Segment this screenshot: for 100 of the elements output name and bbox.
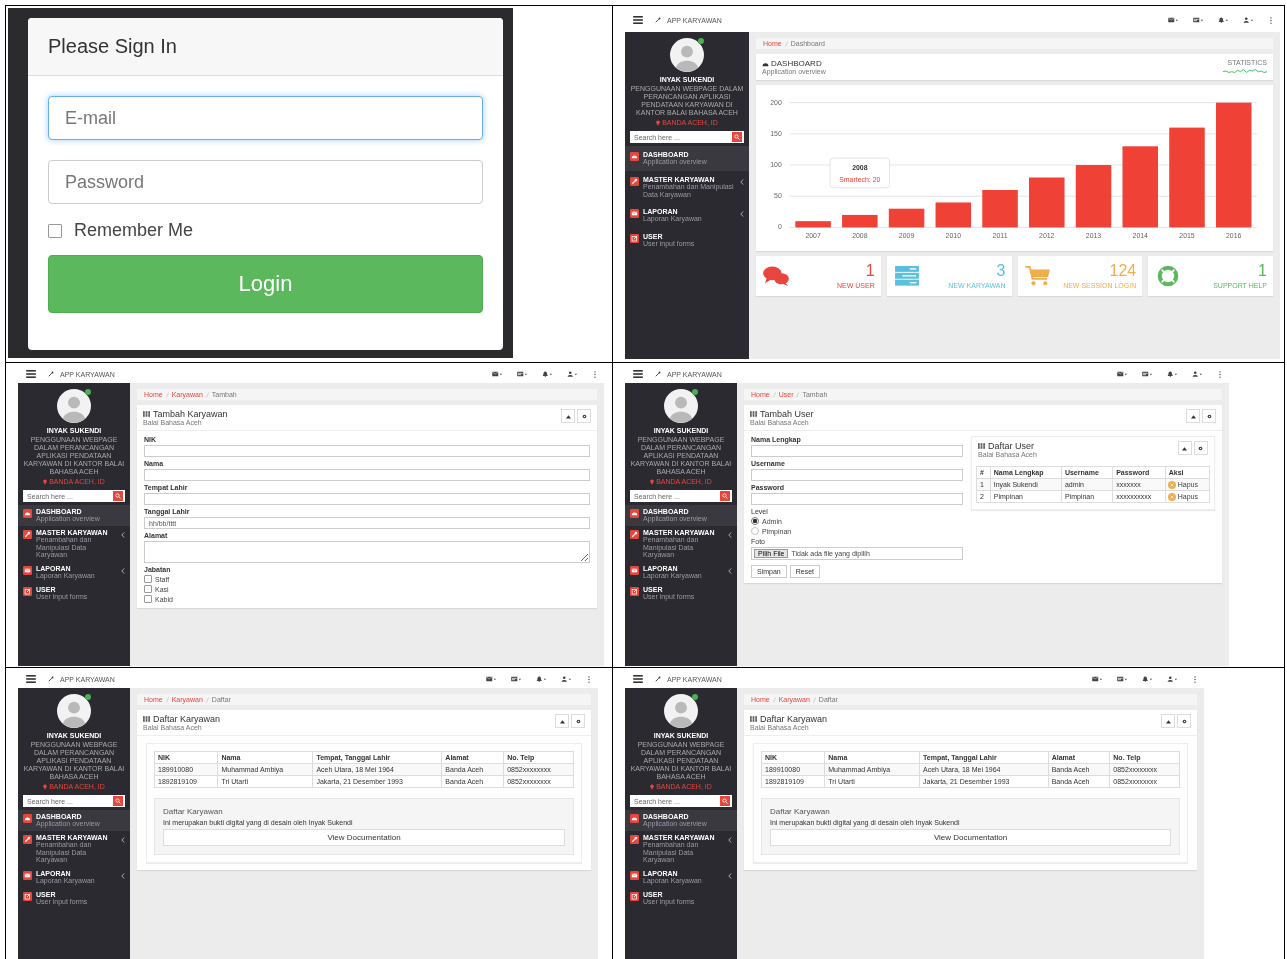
search-icon (734, 134, 740, 141)
edit-icon (630, 891, 639, 901)
panel-title: Daftar Karyawan (760, 714, 828, 724)
user-icon[interactable] (567, 371, 578, 377)
textarea-field[interactable] (144, 541, 590, 563)
search-button[interactable] (113, 491, 123, 502)
edit-icon (23, 586, 32, 596)
gauge-icon (23, 509, 32, 519)
envelope-icon[interactable] (1168, 17, 1179, 23)
grid-icon (750, 411, 757, 417)
wrench-icon (630, 529, 639, 539)
tasks-icon[interactable] (1142, 371, 1153, 377)
bell-icon[interactable] (542, 371, 553, 377)
gauge-icon (762, 60, 769, 67)
envelope-icon[interactable] (492, 371, 503, 377)
input-field[interactable]: Password (48, 160, 483, 204)
wand-icon (655, 17, 661, 23)
input-field[interactable] (751, 469, 964, 481)
stat-value: 3 (996, 263, 1006, 279)
chevron-left-icon (740, 178, 744, 185)
settings-icon (1206, 413, 1212, 419)
chevron-left-icon (728, 568, 732, 574)
search-button[interactable] (720, 796, 730, 807)
grid-icon (750, 716, 757, 722)
avatar-icon (664, 389, 698, 423)
grid-icon (143, 411, 150, 417)
bell-icon[interactable] (1218, 17, 1229, 23)
sparkline-drawing (1223, 68, 1267, 74)
gauge-icon (23, 814, 32, 824)
envelope-icon (23, 566, 32, 575)
input-field[interactable] (751, 445, 964, 457)
menu-icon[interactable] (26, 675, 36, 683)
gauge-icon (630, 814, 639, 824)
chart-bar (1075, 165, 1112, 228)
view-documentation-button[interactable]: View Documentation (163, 829, 565, 846)
pin-icon (656, 119, 661, 126)
search-icon (115, 798, 121, 805)
bell-icon[interactable] (1142, 676, 1153, 682)
input-field[interactable] (144, 445, 590, 457)
settings-button[interactable] (1202, 409, 1216, 423)
tasks-icon[interactable] (511, 676, 522, 682)
pin-icon (43, 478, 48, 485)
menu-icon[interactable] (26, 370, 36, 378)
bell-icon[interactable] (536, 676, 547, 682)
envelope-icon[interactable] (486, 676, 497, 682)
tasks-icon[interactable] (1193, 17, 1204, 23)
envelope-icon (630, 209, 639, 219)
edit-icon (630, 233, 639, 243)
settings-button[interactable] (577, 409, 591, 423)
stat-value: 1 (865, 263, 875, 279)
panel-title: Tambah User (760, 409, 814, 419)
tasks-icon[interactable] (1117, 676, 1128, 682)
menu-icon[interactable] (633, 370, 643, 378)
gauge-icon (630, 509, 639, 519)
user-icon[interactable] (561, 676, 572, 682)
settings-button[interactable] (1177, 714, 1191, 728)
input-field[interactable] (751, 493, 964, 505)
chevron-left-icon (728, 531, 732, 538)
panel-title: Tambah Karyawan (153, 409, 228, 419)
caret-up-icon (1182, 445, 1188, 451)
menu-icon[interactable] (633, 675, 643, 683)
view-documentation-button[interactable]: View Documentation (770, 829, 1171, 846)
online-status-dot (698, 38, 704, 44)
checkbox[interactable] (48, 223, 62, 238)
search-button[interactable] (732, 132, 742, 143)
info-title: Daftar Karyawan (770, 807, 831, 816)
search-button[interactable] (113, 796, 123, 807)
input-field[interactable]: E-mail (48, 96, 483, 140)
menu-icon[interactable] (633, 16, 643, 24)
avatar-icon (57, 694, 91, 728)
checkbox[interactable] (144, 595, 152, 603)
edit-icon (23, 891, 32, 901)
chevron-left-icon (121, 873, 125, 879)
bell-icon[interactable] (1167, 371, 1178, 377)
checkbox-label: Remember Me (74, 220, 194, 241)
search-button[interactable] (720, 491, 730, 502)
envelope-icon[interactable] (1117, 371, 1128, 377)
chart-bar (795, 221, 831, 228)
settings-icon (575, 718, 581, 724)
settings-button[interactable] (571, 714, 585, 728)
input-field[interactable] (144, 469, 590, 481)
tasks-icon[interactable] (517, 371, 528, 377)
envelope-icon[interactable] (1092, 676, 1103, 682)
input-field[interactable] (144, 493, 590, 505)
wrench-icon (23, 834, 32, 844)
caret-up-icon (559, 718, 565, 724)
avatar-icon (670, 38, 704, 72)
checkbox[interactable] (144, 575, 152, 583)
user-icon[interactable] (1243, 17, 1254, 23)
radio-button[interactable] (751, 527, 759, 535)
settings-button[interactable] (1194, 441, 1208, 455)
chart-bar (888, 208, 925, 228)
online-status-dot (85, 389, 91, 395)
search-icon (722, 493, 728, 500)
radio-button[interactable] (751, 517, 759, 525)
user-icon[interactable] (1192, 371, 1203, 377)
user-icon[interactable] (1167, 676, 1178, 682)
chevron-left-icon (728, 873, 732, 879)
checkbox[interactable] (144, 585, 152, 593)
caret-up-icon (1165, 718, 1171, 724)
